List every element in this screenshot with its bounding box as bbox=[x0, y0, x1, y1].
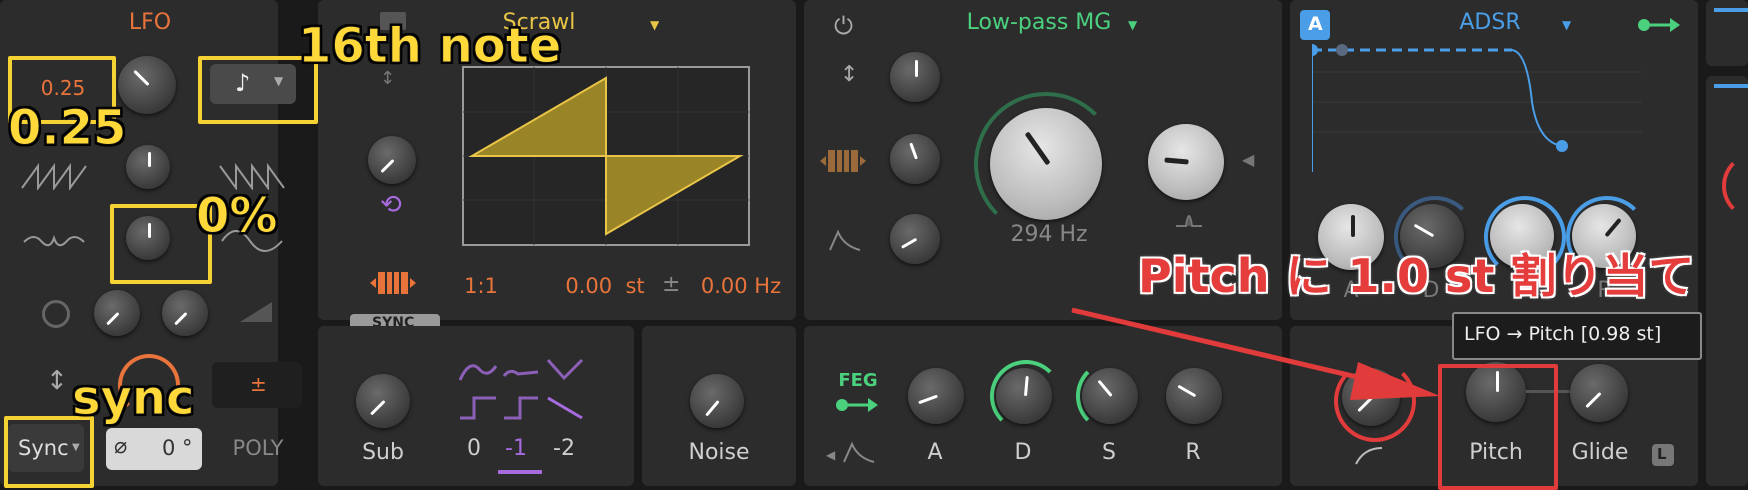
noise-level-knob[interactable] bbox=[690, 374, 744, 428]
phase-symbol: ⌀ bbox=[114, 434, 128, 459]
red-arrow bbox=[1071, 307, 1440, 400]
lfo-phase-field[interactable]: ⌀ 0 ° bbox=[106, 428, 202, 470]
soft-wave-icon bbox=[23, 234, 85, 247]
pitch-assign-annotation: Pitch に 1.0 st 割り当て bbox=[1138, 249, 1695, 303]
lfo-amount-knob-2[interactable] bbox=[162, 290, 208, 336]
adsr-envelope-display[interactable] bbox=[1312, 42, 1642, 174]
envelope-shape-icon bbox=[829, 229, 861, 251]
saw-down-wave-icon bbox=[219, 162, 285, 190]
filter-cutoff-value: 294 Hz bbox=[1010, 222, 1088, 247]
filter-mod-knob-1[interactable] bbox=[890, 52, 940, 102]
wavetable-display bbox=[462, 66, 750, 246]
partial-panel-mid bbox=[1706, 76, 1748, 486]
chevron-down-icon[interactable]: ▼ bbox=[1128, 18, 1137, 32]
feg-release-label: R bbox=[1185, 440, 1201, 465]
percent-annotation: 0% bbox=[196, 188, 278, 245]
wavetable-position-knob[interactable] bbox=[368, 136, 416, 184]
feg-attack-knob[interactable] bbox=[908, 368, 964, 424]
fine-symbol: ± bbox=[662, 272, 681, 297]
chevron-down-icon[interactable]: ▼ bbox=[650, 18, 659, 32]
sync-annotation: sync bbox=[71, 370, 195, 427]
keytrack-icon[interactable] bbox=[820, 148, 866, 174]
filter-title[interactable]: Low-pass MG bbox=[954, 10, 1124, 35]
adsr-title[interactable]: ADSR bbox=[1450, 10, 1530, 35]
poly-label[interactable]: POLY bbox=[218, 436, 298, 460]
legato-badge[interactable]: L bbox=[1652, 444, 1674, 466]
lfo-shape-knob[interactable] bbox=[126, 145, 170, 189]
feg-sustain-label: S bbox=[1102, 440, 1116, 465]
vertical-arrows-icon: ↕ bbox=[46, 366, 68, 396]
osc-fine[interactable]: 0.00 Hz bbox=[686, 274, 796, 298]
phase-value: 0 ° bbox=[162, 436, 193, 460]
power-icon[interactable]: ⏻ bbox=[834, 12, 853, 40]
chevron-down-icon[interactable]: ▼ bbox=[1562, 18, 1571, 32]
route-arrow-icon[interactable] bbox=[1636, 14, 1682, 36]
partial-panel-top bbox=[1706, 0, 1748, 66]
phase-dial-icon bbox=[42, 300, 70, 328]
filter-keytrack-knob[interactable] bbox=[890, 134, 940, 184]
bipolar-symbol: ± bbox=[250, 372, 267, 396]
partial-panel-accent bbox=[1714, 84, 1748, 88]
modulation-tooltip: LFO → Pitch [0.98 st] bbox=[1452, 312, 1702, 360]
lfo-title: LFO bbox=[128, 10, 172, 35]
sub-octave-selected-underline bbox=[498, 470, 542, 474]
feg-decay-knob[interactable] bbox=[996, 368, 1052, 424]
curve-icon bbox=[1355, 447, 1383, 465]
sub-level-knob[interactable] bbox=[356, 374, 410, 428]
cycle-icon[interactable]: ⟲ bbox=[380, 190, 402, 220]
feg-decay-label: D bbox=[1014, 440, 1032, 465]
sub-octave-minus-1[interactable]: -1 bbox=[498, 436, 534, 461]
lfo-bipolar-button[interactable]: ± bbox=[212, 362, 302, 408]
partial-knob-ring bbox=[1722, 152, 1748, 220]
filter-env-knob[interactable] bbox=[890, 214, 940, 264]
adsr-badge-label: A bbox=[1308, 13, 1323, 35]
rate-annotation: 0.25 bbox=[7, 100, 127, 157]
sub-octave-0[interactable]: 0 bbox=[462, 436, 486, 461]
keytrack-icon[interactable] bbox=[370, 270, 416, 296]
glide-knob[interactable] bbox=[1570, 364, 1628, 422]
tooltip-text: LFO → Pitch [0.98 st] bbox=[1464, 323, 1662, 345]
filter-resonance-knob[interactable] bbox=[1148, 124, 1224, 200]
filter-cutoff-knob[interactable] bbox=[990, 108, 1102, 220]
note-annotation: 16th note bbox=[297, 18, 562, 75]
sync-highlight-box bbox=[4, 416, 94, 488]
adsr-badge[interactable]: A bbox=[1300, 10, 1330, 40]
triangle-left-icon: ◀ bbox=[1242, 150, 1255, 169]
feg-label: FEG bbox=[838, 370, 878, 391]
resonance-peak-icon bbox=[1176, 215, 1202, 227]
sub-wave-shapes[interactable] bbox=[458, 356, 588, 426]
osc-semitone[interactable]: 0.00 st bbox=[550, 274, 660, 298]
osc-ratio[interactable]: 1:1 bbox=[456, 274, 506, 298]
ramp-icon bbox=[240, 302, 272, 322]
feg-route-icon[interactable] bbox=[834, 394, 880, 416]
lfo-amount-knob-1[interactable] bbox=[94, 290, 140, 336]
partial-panel-accent bbox=[1714, 8, 1748, 12]
envelope-shape-icon bbox=[843, 441, 875, 463]
saw-up-wave-icon bbox=[21, 162, 87, 190]
sub-panel: Sub 0 -1 -2 bbox=[318, 326, 634, 486]
legato-badge-label: L bbox=[1657, 445, 1667, 463]
vertical-arrows-icon: ↕ bbox=[840, 62, 859, 87]
sub-octave-minus-2[interactable]: -2 bbox=[546, 436, 582, 461]
lfo-rate-knob[interactable] bbox=[118, 56, 176, 114]
noise-label: Noise bbox=[688, 440, 750, 465]
pitch-highlight-box bbox=[1438, 364, 1558, 490]
glide-label: Glide bbox=[1571, 440, 1629, 465]
feg-attack-label: A bbox=[927, 440, 943, 465]
sub-label: Sub bbox=[362, 440, 404, 465]
triangle-left-icon: ◀ bbox=[826, 448, 836, 462]
noise-panel: Noise bbox=[642, 326, 796, 486]
